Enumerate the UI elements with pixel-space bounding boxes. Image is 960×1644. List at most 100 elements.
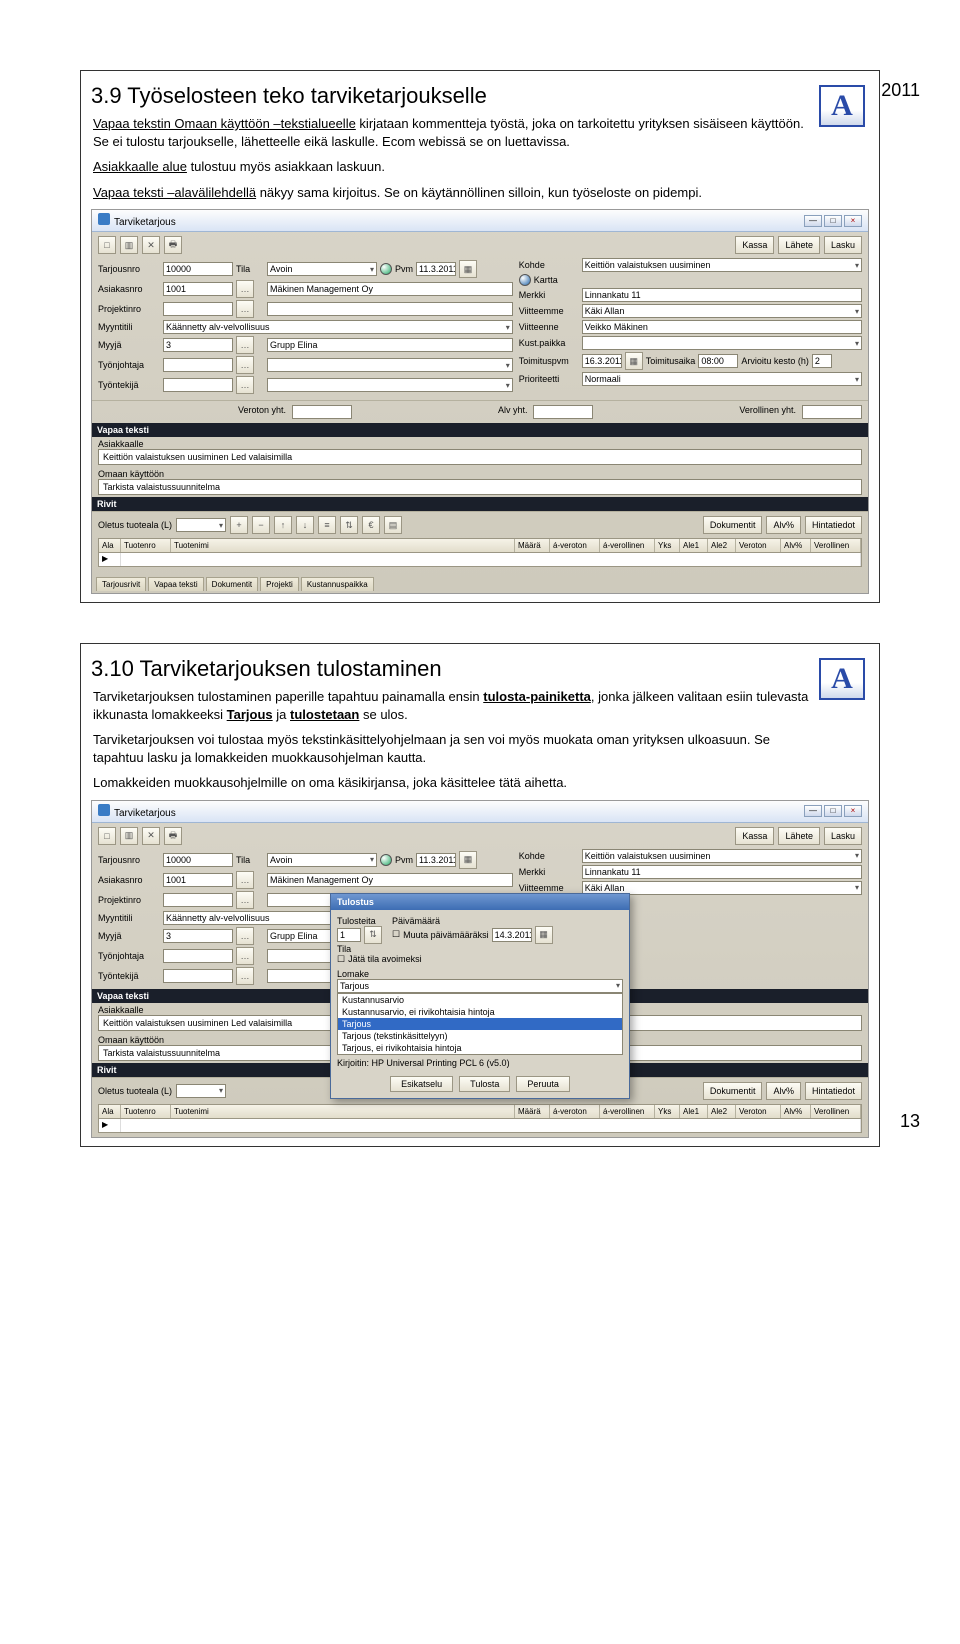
dialog-title: Tulostus [331,894,629,910]
projektinro-input[interactable] [163,893,233,907]
print-icon[interactable]: 🖶 [164,236,182,254]
up-icon[interactable]: ↑ [274,516,292,534]
tulosteita-input[interactable]: 1 [337,928,361,942]
peruuta-button[interactable]: Peruuta [516,1076,570,1092]
window-buttons[interactable]: —□× [802,805,862,817]
pvm-input[interactable]: 11.3.2011 [416,853,456,867]
tila-select[interactable]: Avoin [267,262,377,276]
lbl-projektinro: Projektinro [98,304,160,314]
toimituspvm-input[interactable]: 16.3.2011 [582,354,622,368]
hintatiedot-button[interactable]: Hintatiedot [805,1082,862,1100]
merkki-input[interactable]: Linnankatu 11 [582,288,862,302]
merkki-input[interactable]: Linnankatu 11 [582,865,862,879]
pvm-input[interactable]: 11.3.2011 [416,262,456,276]
delete-icon[interactable]: ✕ [142,236,160,254]
lomake-select[interactable]: Tarjous [337,979,623,993]
map-dot[interactable] [519,274,531,286]
calendar-icon[interactable]: ▦ [625,352,643,370]
omaan-text[interactable]: Tarkista valaistussuunnitelma [98,479,862,495]
tarjousnro-input[interactable]: 10000 [163,262,233,276]
myyja-input[interactable]: 3 [163,929,233,943]
new-icon[interactable]: □ [98,827,116,845]
lookup-icon[interactable]: … [236,300,254,318]
lookup-icon[interactable]: … [236,967,254,985]
lookup-icon[interactable]: … [236,927,254,945]
lookup-icon[interactable]: … [236,336,254,354]
lookup-icon[interactable]: … [236,376,254,394]
equals-icon[interactable]: ≡ [318,516,336,534]
open-icon[interactable]: ▥ [120,236,138,254]
tulosta-button[interactable]: Tulosta [459,1076,510,1092]
toimitusaika-input[interactable]: 08:00 [698,354,738,368]
kassa-button[interactable]: Kassa [735,827,774,845]
window-buttons[interactable]: —□× [802,215,862,227]
alv-button[interactable]: Alv% [766,1082,801,1100]
table-row[interactable]: ▶ [98,553,862,567]
calendar-icon[interactable]: ▦ [459,260,477,278]
lookup-icon[interactable]: … [236,356,254,374]
projekti-name[interactable] [267,302,513,316]
projektinro-input[interactable] [163,302,233,316]
esikatselu-button[interactable]: Esikatselu [390,1076,453,1092]
tyonjohtaja-input[interactable] [163,358,233,372]
print-icon[interactable]: 🖶 [164,827,182,845]
lahete-button[interactable]: Lähete [778,827,820,845]
tyontekija-dd[interactable] [267,378,513,392]
kohde-input[interactable]: Keittiön valaistuksen uusiminen [582,258,862,272]
asiakas-name[interactable]: Mäkinen Management Oy [267,873,513,887]
table-row[interactable]: ▶ [98,1119,862,1133]
open-icon[interactable]: ▥ [120,827,138,845]
oletus-select[interactable] [176,1084,226,1098]
asiakas-name[interactable]: Mäkinen Management Oy [267,282,513,296]
dokumentit-button[interactable]: Dokumentit [703,1082,763,1100]
calendar-icon[interactable]: ▦ [459,851,477,869]
lookup-icon[interactable]: … [236,891,254,909]
kustpaikka-input[interactable] [582,336,862,350]
alv-button[interactable]: Alv% [766,516,801,534]
remove-icon[interactable]: − [252,516,270,534]
tarjousnro-input[interactable]: 10000 [163,853,233,867]
delete-icon[interactable]: ✕ [142,827,160,845]
viitteemme-input[interactable]: Käki Allan [582,304,862,318]
asiakasnro-input[interactable]: 1001 [163,873,233,887]
tab-vapaateksti: Vapaa teksti [148,577,203,591]
prioriteetti-select[interactable]: Normaali [582,372,862,386]
bottom-tabs[interactable]: Tarjousrivit Vapaa teksti Dokumentit Pro… [92,571,868,593]
tyonjohtaja-dd[interactable] [267,358,513,372]
add-icon[interactable]: + [230,516,248,534]
tab-dokumentit: Dokumentit [206,577,258,591]
lookup-icon[interactable]: … [236,871,254,889]
lahete-button[interactable]: Lähete [778,236,820,254]
myyja-input[interactable]: 3 [163,338,233,352]
euro-icon[interactable]: € [362,516,380,534]
oletus-select[interactable] [176,518,226,532]
kohde-input[interactable]: Keittiön valaistuksen uusiminen [582,849,862,863]
hintatiedot-button[interactable]: Hintatiedot [805,516,862,534]
pvm-checkbox[interactable]: ☐ [392,929,400,940]
calendar-icon[interactable]: ▦ [535,926,553,944]
sort-icon[interactable]: ⇅ [340,516,358,534]
lasku-button[interactable]: Lasku [824,827,862,845]
new-icon[interactable]: □ [98,236,116,254]
tyonjohtaja-input[interactable] [163,949,233,963]
tila-select[interactable]: Avoin [267,853,377,867]
tyontekija-input[interactable] [163,969,233,983]
asiakkaalle-text[interactable]: Keittiön valaistuksen uusiminen Led vala… [98,449,862,465]
pvm-value[interactable]: 14.3.2011 [492,928,532,942]
lookup-icon[interactable]: … [236,280,254,298]
doc-icon[interactable]: ▤ [384,516,402,534]
dokumentit-button[interactable]: Dokumentit [703,516,763,534]
lomake-listbox[interactable]: Kustannusarvio Kustannusarvio, ei riviko… [337,993,623,1055]
myyja-name[interactable]: Grupp Elina [267,338,513,352]
lookup-icon[interactable]: … [236,947,254,965]
lasku-button[interactable]: Lasku [824,236,862,254]
asiakasnro-input[interactable]: 1001 [163,282,233,296]
arvioitu-input[interactable]: 2 [812,354,832,368]
tila-checkbox[interactable]: ☐ [337,954,345,965]
viitteenne-input[interactable]: Veikko Mäkinen [582,320,862,334]
kassa-button[interactable]: Kassa [735,236,774,254]
down-icon[interactable]: ↓ [296,516,314,534]
stepper-icon[interactable]: ⇅ [364,926,382,944]
tyontekija-input[interactable] [163,378,233,392]
myyntitili-select[interactable]: Käännetty alv-velvollisuus [163,320,513,334]
